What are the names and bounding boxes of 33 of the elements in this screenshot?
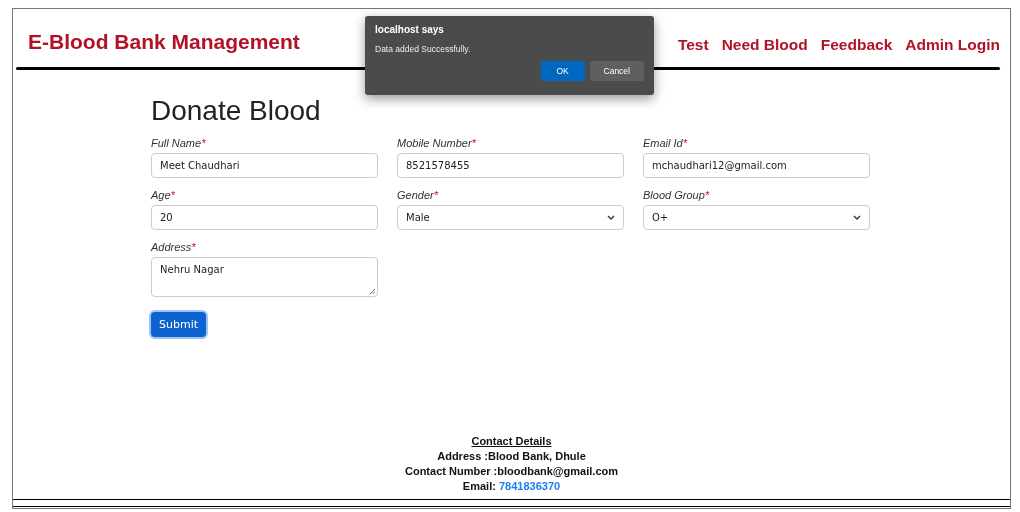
select-field[interactable]: Male bbox=[397, 205, 624, 230]
select-field[interactable]: O+ bbox=[643, 205, 870, 230]
email-link[interactable]: 7841836370 bbox=[498, 480, 561, 492]
field-label: Email Id* bbox=[643, 137, 689, 151]
field-label: Mobile Number* bbox=[397, 137, 477, 151]
dialog-message: Data added Successfully. bbox=[375, 44, 472, 54]
contact-text: Address :Blood Bank, Dhule bbox=[437, 450, 586, 462]
site-title: E-Blood Bank Management bbox=[28, 30, 300, 54]
resize-grip-icon[interactable] bbox=[369, 288, 375, 294]
field-label: Gender* bbox=[397, 189, 440, 203]
cancel-button[interactable]: Cancel bbox=[589, 61, 644, 81]
ok-button[interactable]: OK bbox=[540, 61, 585, 81]
page-heading: Donate Blood bbox=[151, 95, 322, 127]
email-label: Email: bbox=[462, 480, 496, 492]
field-label: Blood Group* bbox=[643, 189, 711, 203]
chevron-icon bbox=[853, 214, 861, 221]
footer-heading: Contact Details bbox=[471, 435, 552, 447]
input-field[interactable]: 8521578455 bbox=[397, 153, 624, 178]
nav-link[interactable]: Admin Login bbox=[905, 36, 1000, 54]
contact-text: Contact Number :bloodbank@gmail.com bbox=[405, 465, 618, 477]
input-field[interactable]: Meet Chaudhari bbox=[151, 153, 378, 178]
input-field[interactable]: mchaudhari12@gmail.com bbox=[643, 153, 870, 178]
nav-link[interactable]: Test bbox=[677, 36, 709, 54]
chevron-icon bbox=[607, 214, 615, 221]
field-label: Full Name* bbox=[151, 137, 207, 151]
dialog-title: localhost says bbox=[375, 24, 445, 35]
field-label: Age* bbox=[151, 189, 176, 203]
address-field[interactable]: Nehru Nagar bbox=[151, 257, 378, 297]
nav-link[interactable]: Need Blood bbox=[721, 36, 808, 54]
submit-button[interactable]: Submit bbox=[151, 312, 207, 337]
input-field[interactable]: 20 bbox=[151, 205, 378, 230]
field-label: Address* bbox=[151, 241, 197, 255]
nav-link[interactable]: Feedback bbox=[820, 36, 893, 54]
